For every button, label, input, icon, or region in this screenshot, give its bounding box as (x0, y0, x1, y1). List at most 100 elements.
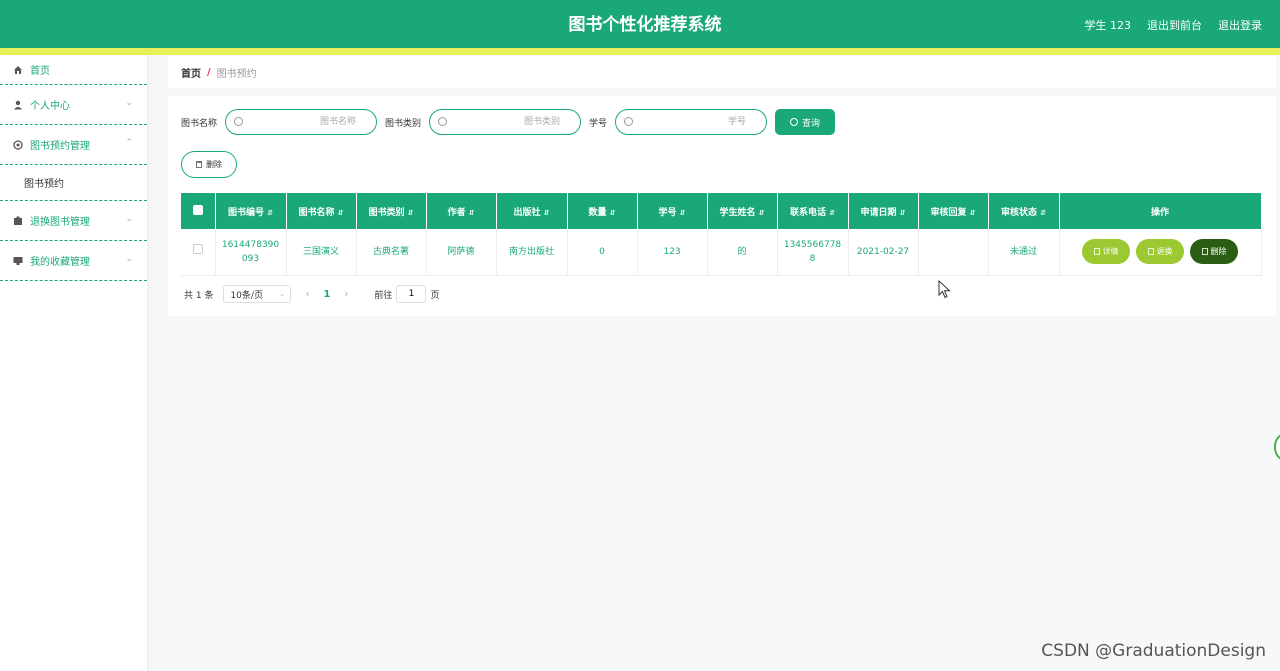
table-row: 1614478390093 三国演义 古典名著 阿萨德 南方出版社 0 123 … (181, 229, 1262, 276)
chevron-down-icon: ⌄ (125, 98, 133, 108)
col-header[interactable]: 审核回复 ⇵ (918, 193, 989, 229)
col-header[interactable]: 数量 ⇵ (567, 193, 638, 229)
search-icon (438, 117, 448, 126)
book-category-input[interactable] (460, 115, 561, 129)
table-header-row: 图书编号 ⇵ 图书名称 ⇵ 图书类别 ⇵ 作者 ⇵ 出版社 ⇵ 数量 ⇵ 学号 ⇵ 学生姓名 ⇵… (181, 193, 1262, 229)
sidebar-item-personal-center[interactable]: 个人中心 ⌄ (0, 85, 147, 125)
logout-link[interactable]: 退出登录 (1218, 17, 1262, 33)
page-number[interactable]: 1 (323, 289, 330, 300)
sort-icon: ⇵ (407, 208, 414, 217)
reservation-table: 图书编号 ⇵ 图书名称 ⇵ 图书类别 ⇵ 作者 ⇵ 出版社 ⇵ 数量 ⇵ 学号 ⇵ 学生姓名 ⇵… (181, 193, 1262, 276)
sort-icon: ⇵ (337, 208, 344, 217)
sidebar-item-favorites[interactable]: 我的收藏管理 ⌄ (0, 241, 147, 281)
sidebar: 首页 个人中心 ⌄ 图书预约管理 ⌃ 图书预约 退换图书管理 ⌄ 我的收藏管理 … (0, 55, 148, 671)
floating-side-button[interactable] (1274, 432, 1280, 462)
chevron-down-icon: ⌄ (125, 254, 133, 264)
cell-status: 未通过 (988, 229, 1060, 276)
mouse-cursor-icon (938, 280, 951, 299)
cell-publisher: 南方出版社 (496, 229, 568, 276)
sidebar-item-label: 个人中心 (30, 101, 70, 112)
cell-quantity: 0 (567, 229, 638, 276)
delete-button[interactable]: 删除 (1190, 239, 1238, 265)
query-button[interactable]: 查询 (775, 109, 836, 135)
user-icon (12, 99, 24, 111)
trash-icon (1201, 248, 1208, 256)
row-select-cell (181, 229, 216, 276)
sidebar-item-home[interactable]: 首页 (0, 55, 147, 85)
watermark: CSDN @GraduationDesign (1041, 641, 1266, 661)
search-icon (790, 118, 799, 126)
col-header[interactable]: 图书名称 ⇵ (286, 193, 357, 229)
search-icon (624, 117, 634, 126)
col-header[interactable]: 作者 ⇵ (426, 193, 497, 229)
document-icon (1093, 248, 1100, 256)
main-panel: 图书名称 图书类别 学号 查询 删除 图书编号⇵ (168, 96, 1276, 316)
batch-delete-button[interactable]: 删除 (181, 151, 237, 178)
top-right-links: 学生 123 退出到前台 退出登录 (1085, 17, 1263, 33)
book-name-input[interactable] (256, 115, 357, 129)
book-category-label: 图书类别 (385, 118, 422, 129)
breadcrumb: 首页 / 图书预约 (168, 56, 1276, 88)
sidebar-item-label: 退换图书管理 (30, 217, 90, 228)
row-checkbox[interactable] (192, 244, 203, 255)
col-header[interactable]: 联系电话 ⇵ (777, 193, 849, 229)
sidebar-subitem-reservation[interactable]: 图书预约 (0, 165, 147, 201)
chevron-down-icon: ⌄ (278, 289, 286, 298)
return-button[interactable]: 退换 (1136, 239, 1184, 265)
cell-actions: 详情 退换 删除 (1059, 229, 1262, 276)
breadcrumb-current: 图书预约 (216, 68, 257, 80)
sidebar-item-label: 首页 (30, 66, 50, 77)
col-header[interactable]: 审核状态 ⇵ (988, 193, 1060, 229)
student-id-label: 学号 (589, 118, 608, 129)
query-button-label: 查询 (802, 118, 821, 129)
goto-page-input[interactable] (396, 285, 427, 303)
sort-icon: ⇵ (969, 208, 976, 217)
back-to-front-link[interactable]: 退出到前台 (1147, 17, 1202, 33)
pagination: 共 1 条 10条/页 ⌄ ‹ 1 › 前往 页 (184, 285, 439, 303)
student-id-field[interactable] (615, 109, 768, 135)
sort-icon: ⇵ (758, 208, 765, 217)
page-suffix: 页 (430, 290, 440, 301)
detail-button[interactable]: 详情 (1082, 239, 1130, 265)
book-name-field[interactable] (225, 109, 378, 135)
breadcrumb-separator: / (207, 66, 211, 78)
cell-book-id: 1614478390093 (215, 229, 287, 276)
search-icon (234, 117, 244, 126)
chevron-down-icon: ⌄ (125, 214, 133, 224)
sort-icon: ⇵ (829, 208, 835, 217)
home-icon (12, 64, 24, 76)
sort-icon: ⇵ (899, 208, 906, 217)
col-header[interactable]: 图书类别 ⇵ (356, 193, 427, 229)
sort-icon: ⇵ (1040, 208, 1046, 217)
book-name-label: 图书名称 (181, 118, 218, 129)
gear-icon (12, 139, 24, 151)
sort-icon: ⇵ (267, 208, 273, 217)
page-size-select[interactable]: 10条/页 ⌄ (223, 285, 292, 303)
col-header[interactable]: 图书编号 ⇵ (215, 193, 287, 229)
next-page-button[interactable]: › (344, 289, 348, 300)
prev-page-button[interactable]: ‹ (305, 289, 309, 300)
book-category-field[interactable] (429, 109, 582, 135)
col-header[interactable]: 学生姓名 ⇵ (707, 193, 778, 229)
col-header-actions: 操作 (1059, 193, 1262, 229)
box-icon (12, 215, 24, 227)
sidebar-item-return-exchange[interactable]: 退换图书管理 ⌄ (0, 201, 147, 241)
student-id-input[interactable] (646, 115, 747, 129)
col-header[interactable]: 申请日期 ⇵ (848, 193, 919, 229)
chevron-up-icon: ⌃ (125, 138, 133, 148)
col-header[interactable]: 出版社 ⇵ (496, 193, 568, 229)
header-accent-strip (0, 48, 1280, 55)
breadcrumb-home[interactable]: 首页 (181, 65, 201, 80)
cell-student-name: 的 (707, 229, 778, 276)
sort-icon: ⇵ (609, 208, 616, 217)
cell-author: 阿萨德 (426, 229, 497, 276)
col-header[interactable]: 学号 ⇵ (637, 193, 708, 229)
sidebar-item-label: 我的收藏管理 (30, 257, 90, 268)
total-count: 共 1 条 (184, 290, 214, 301)
sort-icon: ⇵ (543, 208, 550, 217)
trash-icon (196, 161, 202, 168)
sidebar-item-book-reservation[interactable]: 图书预约管理 ⌃ (0, 125, 147, 165)
cell-phone: 13455667788 (777, 229, 849, 276)
select-all-checkbox[interactable] (192, 204, 203, 215)
cell-reply (918, 229, 989, 276)
